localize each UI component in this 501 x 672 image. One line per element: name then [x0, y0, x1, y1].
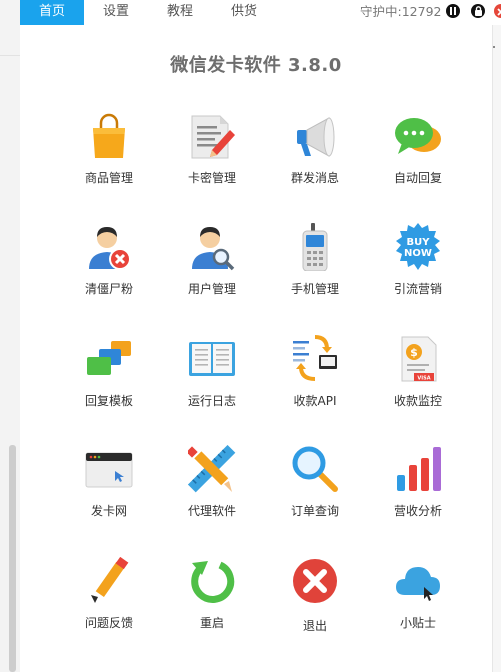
menu-item-card-website[interactable]: 发卡网 [59, 445, 159, 535]
menu-item-label: 问题反馈 [84, 616, 133, 630]
background-window-left [0, 0, 20, 672]
tab-home[interactable]: 首页 [20, 0, 84, 25]
menu-item-payment-monitor[interactable]: $ VISA 收款监控 [368, 335, 468, 425]
menu-item-card-secret-management[interactable]: 卡密管理 [162, 112, 262, 202]
pencil-icon [91, 557, 129, 603]
guard-status: 守护中:12792 [360, 4, 442, 19]
divider [493, 46, 495, 48]
svg-text:VISA: VISA [417, 376, 430, 382]
menu-item-label: 退出 [302, 619, 327, 633]
menu-item-exit[interactable]: 退出 [265, 557, 365, 647]
top-nav-bar: 首页 设置 教程 供货 守护中:12792 [20, 0, 501, 25]
cloud-icon [396, 567, 440, 601]
menu-item-reply-template[interactable]: 回复模板 [59, 335, 159, 425]
bar-chart-icon [397, 447, 441, 491]
main-panel: 微信发卡软件 3.8.0 商品管理 卡密管理 群发消息 自动回复 清僵尸粉 用户… [20, 25, 493, 672]
svg-text:$: $ [410, 346, 418, 359]
lock-icon [474, 6, 482, 16]
user-search-icon [192, 227, 235, 271]
menu-item-label: 引流营销 [393, 282, 442, 296]
menu-item-label: 清僵尸粉 [84, 282, 133, 296]
menu-item-label: 回复模板 [84, 394, 133, 408]
menu-item-revenue-analysis[interactable]: 营收分析 [368, 445, 468, 535]
menu-item-label: 重启 [199, 616, 224, 630]
close-button[interactable] [494, 4, 501, 18]
tab-supply[interactable]: 供货 [212, 0, 276, 25]
menu-item-product-management[interactable]: 商品管理 [59, 112, 159, 202]
menu-item-agent-software[interactable]: 代理软件 [162, 445, 262, 535]
menu-item-label: 运行日志 [187, 394, 236, 408]
menu-item-label: 发卡网 [90, 504, 127, 518]
background-window-right [492, 0, 501, 672]
menu-item-label: 自动回复 [393, 171, 442, 185]
menu-item-clear-zombie-fans[interactable]: 清僵尸粉 [59, 223, 159, 313]
buy-now-badge-icon: BUY NOW [396, 223, 440, 270]
magnifier-icon [292, 446, 338, 492]
pencil-ruler-icon [188, 445, 236, 493]
svg-text:NOW: NOW [404, 248, 432, 259]
menu-item-restart[interactable]: 重启 [162, 557, 262, 647]
divider [0, 55, 20, 56]
document-pen-icon [191, 115, 235, 159]
menu-item-run-log[interactable]: 运行日志 [162, 335, 262, 425]
menu-item-label: 用户管理 [187, 282, 236, 296]
tab-settings[interactable]: 设置 [84, 0, 148, 25]
menu-item-mass-message[interactable]: 群发消息 [265, 112, 365, 202]
menu-item-phone-management[interactable]: 手机管理 [265, 223, 365, 313]
lock-button[interactable] [471, 4, 485, 18]
svg-text:BUY: BUY [407, 237, 431, 248]
open-book-icon [189, 342, 235, 376]
menu-item-label: 小贴士 [399, 616, 436, 630]
menu-item-label: 订单查询 [290, 504, 339, 518]
megaphone-icon [297, 117, 335, 157]
menu-item-auto-reply[interactable]: 自动回复 [368, 112, 468, 202]
phone-icon [302, 223, 328, 271]
menu-item-traffic-marketing[interactable]: BUY NOW 引流营销 [368, 223, 468, 313]
tab-tutorial[interactable]: 教程 [148, 0, 212, 25]
pause-button[interactable] [446, 4, 460, 18]
menu-item-label: 手机管理 [290, 282, 339, 296]
menu-item-label: 代理软件 [187, 504, 236, 518]
invoice-icon: $ VISA [401, 336, 437, 382]
shopping-bag-icon [93, 113, 125, 158]
menu-item-label: 收款API [293, 394, 337, 408]
menu-item-order-query[interactable]: 订单查询 [265, 445, 365, 535]
menu-item-payment-api[interactable]: 收款API [265, 335, 365, 425]
template-cards-icon [87, 341, 131, 375]
background-scrollbar[interactable] [9, 445, 16, 672]
pause-icon [450, 7, 456, 15]
close-icon [497, 8, 501, 16]
menu-item-label: 群发消息 [290, 171, 339, 185]
exit-icon [293, 559, 337, 603]
menu-item-label: 收款监控 [393, 394, 442, 408]
browser-window-icon [85, 452, 133, 488]
feature-grid: 商品管理 卡密管理 群发消息 自动回复 清僵尸粉 用户管理 手机管理 BUY N… [20, 25, 492, 672]
menu-item-label: 营收分析 [393, 504, 442, 518]
api-sync-icon [293, 335, 337, 381]
restart-icon [191, 561, 235, 603]
remove-user-icon [89, 227, 131, 270]
menu-item-label: 卡密管理 [187, 171, 236, 185]
chat-bubble-icon [395, 118, 441, 154]
menu-item-feedback[interactable]: 问题反馈 [59, 557, 159, 647]
menu-item-label: 商品管理 [84, 171, 133, 185]
menu-item-tips[interactable]: 小贴士 [368, 557, 468, 647]
menu-item-user-management[interactable]: 用户管理 [162, 223, 262, 313]
